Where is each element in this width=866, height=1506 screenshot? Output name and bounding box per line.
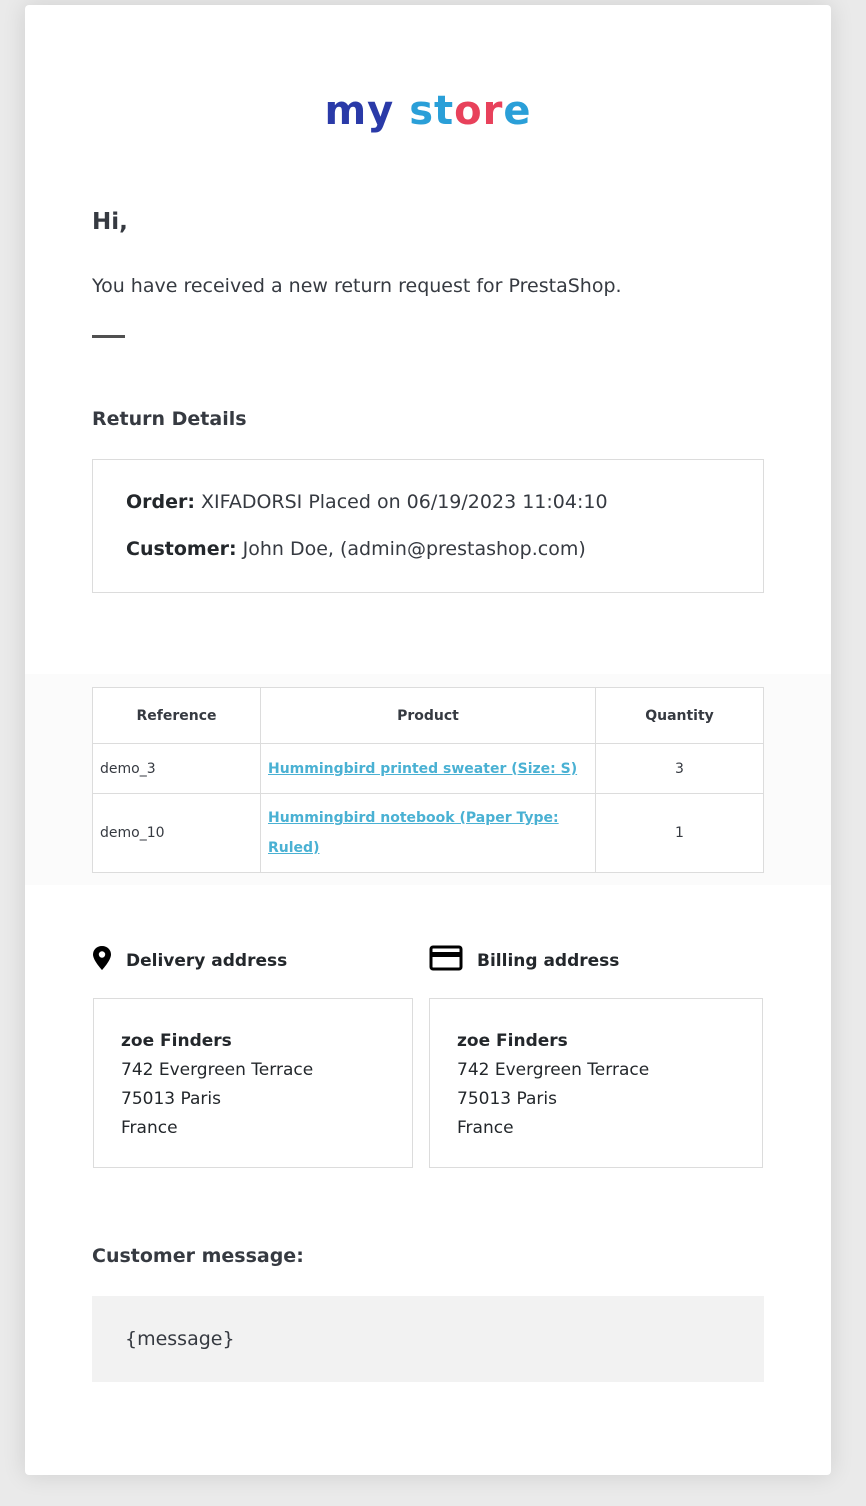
order-value: XIFADORSI Placed on 06/19/2023 11:04:10 (201, 491, 608, 513)
cell-product: Hummingbird notebook (Paper Type: Ruled) (260, 793, 596, 873)
delivery-address-title: Delivery address (126, 950, 288, 971)
cell-product: Hummingbird printed sweater (Size: S) (260, 743, 596, 794)
cell-reference: demo_10 (92, 793, 261, 873)
delivery-street: 742 Evergreen Terrace (121, 1060, 314, 1080)
cell-quantity: 3 (595, 743, 764, 794)
customer-line: Customer: John Doe, (admin@prestashop.co… (126, 538, 586, 560)
cell-reference: demo_3 (92, 743, 261, 794)
product-link[interactable]: Hummingbird printed sweater (Size: S) (268, 761, 577, 777)
products-table: Reference Product Quantity demo_3 Hummin… (92, 687, 764, 873)
billing-country: France (457, 1118, 514, 1138)
customer-value: John Doe, (admin@prestashop.com) (242, 538, 586, 560)
credit-card-icon (429, 945, 463, 976)
delivery-name: zoe Finders (121, 1031, 232, 1051)
cell-quantity: 1 (595, 793, 764, 873)
table-header-row: Reference Product Quantity (92, 687, 764, 744)
customer-message-title: Customer message: (92, 1245, 304, 1267)
billing-street: 742 Evergreen Terrace (457, 1060, 650, 1080)
delivery-city: 75013 Paris (121, 1089, 221, 1109)
delivery-country: France (121, 1118, 178, 1138)
map-pin-icon (92, 945, 112, 976)
product-link[interactable]: Hummingbird notebook (Paper Type: Ruled) (268, 810, 559, 856)
intro-text: You have received a new return request f… (92, 275, 622, 297)
store-logo[interactable]: my store (25, 83, 831, 139)
billing-name: zoe Finders (457, 1031, 568, 1051)
billing-address-title: Billing address (477, 950, 620, 971)
greeting: Hi, (92, 209, 128, 235)
divider (92, 335, 125, 338)
customer-message-box: {message} (92, 1296, 764, 1382)
order-line: Order: XIFADORSI Placed on 06/19/2023 11… (126, 491, 608, 513)
header-reference: Reference (92, 687, 261, 744)
return-details-title: Return Details (92, 408, 247, 430)
header-product: Product (260, 687, 596, 744)
billing-city: 75013 Paris (457, 1089, 557, 1109)
order-label: Order: (126, 491, 195, 513)
customer-label: Customer: (126, 538, 237, 560)
delivery-address-heading: Delivery address (92, 945, 287, 976)
header-quantity: Quantity (595, 687, 764, 744)
table-row: demo_10 Hummingbird notebook (Paper Type… (92, 793, 764, 873)
return-details-box: Order: XIFADORSI Placed on 06/19/2023 11… (92, 459, 764, 593)
table-row: demo_3 Hummingbird printed sweater (Size… (92, 743, 764, 794)
email-card: my store Hi, You have received a new ret… (25, 5, 831, 1475)
billing-address-box: zoe Finders 742 Evergreen Terrace 75013 … (429, 998, 763, 1168)
customer-message-text: {message} (125, 1328, 235, 1350)
delivery-address-box: zoe Finders 742 Evergreen Terrace 75013 … (93, 998, 413, 1168)
billing-address-heading: Billing address (429, 945, 619, 976)
